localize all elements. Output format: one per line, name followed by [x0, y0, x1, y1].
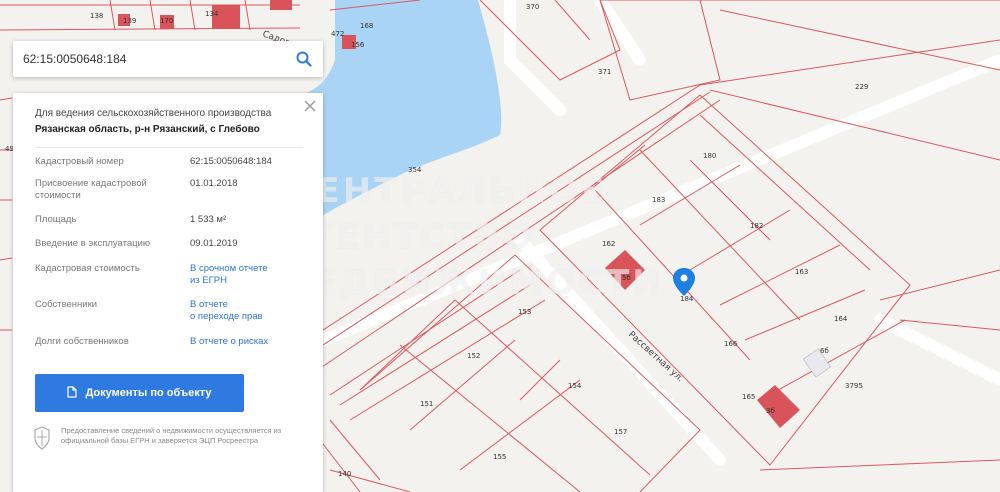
- parcel-number-157: 157: [614, 428, 627, 436]
- parcel-number-155: 155: [493, 453, 506, 461]
- row-value: 1 533 м²: [190, 214, 227, 225]
- parcel-number-3б: 3б: [766, 407, 775, 415]
- link-line[interactable]: из ЕГРН: [190, 275, 268, 287]
- parcel-number-134: 134: [205, 10, 219, 18]
- owners-link[interactable]: В отчете о переходе прав: [190, 299, 263, 323]
- divider: [35, 147, 303, 148]
- parcel-number-5б: 5б: [622, 274, 631, 282]
- parcel-info-panel: Для ведения сельскохозяйственного произв…: [13, 93, 323, 492]
- close-icon[interactable]: [303, 99, 317, 113]
- row-label: Кадастровый номер: [35, 156, 124, 167]
- parcel-number-138: 138: [90, 12, 103, 20]
- parcel-number-354: 354: [408, 166, 422, 174]
- row-value: 62:15:0050648:184: [190, 156, 272, 167]
- row-cadastral-value: Кадастровая стоимость В срочном отчете и…: [35, 263, 303, 287]
- parcel-number-156: 156: [351, 41, 365, 49]
- search-input[interactable]: [23, 52, 295, 66]
- parcel-number-151: 151: [420, 400, 433, 408]
- parcel-number-163: 163: [795, 268, 808, 276]
- parcel-number-139: 139: [123, 17, 136, 25]
- row-commissioning-date: Введение в эксплуатацию 09.01.2019: [35, 238, 303, 250]
- parcel-number-164: 164: [834, 315, 848, 323]
- parcel-number-162: 162: [602, 240, 615, 248]
- footer-note: Предоставление сведений о недвижимости о…: [61, 426, 282, 445]
- row-owner-debts: Долги собственников В отчете о рисках: [35, 336, 303, 348]
- link-line[interactable]: В отчете: [190, 299, 263, 311]
- parcel-number-166: 166: [724, 340, 738, 348]
- parcel-number-229: 229: [855, 83, 868, 91]
- row-cadastral-number: Кадастровый номер 62:15:0050648:184: [35, 156, 303, 168]
- row-value: 01.01.2018: [190, 178, 238, 189]
- parcel-number-165: 165: [742, 393, 755, 401]
- row-value: 09.01.2019: [190, 238, 238, 249]
- parcel-number-3795: 3795: [845, 382, 863, 390]
- row-assessment-date: Присвоение кадастровой стоимости 01.01.2…: [35, 178, 303, 202]
- row-label: Присвоение кадастровой стоимости: [35, 178, 147, 201]
- document-icon: [67, 385, 78, 401]
- documents-button[interactable]: Документы по объекту: [35, 374, 244, 412]
- parcel-number-170: 170: [160, 17, 173, 25]
- row-label: Собственники: [35, 299, 98, 310]
- risks-report-link[interactable]: В отчете о рисках: [190, 336, 268, 348]
- row-label: Долги собственников: [35, 336, 129, 347]
- panel-footer: Предоставление сведений о недвижимости о…: [33, 426, 293, 455]
- parcel-number-140: 140: [338, 470, 351, 478]
- cadastral-search-box: [13, 41, 323, 77]
- row-label: Введение в эксплуатацию: [35, 238, 151, 249]
- parcel-number-472: 472: [331, 30, 344, 38]
- parcel-number-370: 370: [526, 3, 539, 11]
- parcel-number-152: 152: [467, 352, 480, 360]
- parcel-number-153: 153: [518, 308, 531, 316]
- parcel-number-180: 180: [703, 152, 716, 160]
- parcel-number-168: 168: [360, 22, 373, 30]
- row-label: Площадь: [35, 214, 77, 225]
- parcel-number-183: 183: [652, 196, 665, 204]
- parcel-number-371: 371: [598, 68, 611, 76]
- row-label: Кадастровая стоимость: [35, 263, 140, 274]
- parcel-address: Рязанская область, р-н Рязанский, с Глеб…: [35, 124, 260, 135]
- row-area: Площадь 1 533 м²: [35, 214, 303, 226]
- parcel-number-182: 182: [750, 222, 763, 230]
- search-icon[interactable]: [295, 50, 313, 68]
- link-line[interactable]: о переходе прав: [190, 311, 263, 323]
- parcel-number-184: 184: [680, 295, 694, 303]
- row-owners: Собственники В отчете о переходе прав: [35, 299, 303, 323]
- parcel-number-6б: 6б: [820, 347, 829, 355]
- land-purpose: Для ведения сельскохозяйственного произв…: [35, 108, 272, 119]
- parcel-number-154: 154: [568, 382, 582, 390]
- cadastral-value-link[interactable]: В срочном отчете из ЕГРН: [190, 263, 268, 287]
- link-line[interactable]: В срочном отчете: [190, 263, 268, 275]
- documents-button-label: Документы по объекту: [85, 387, 212, 399]
- shield-icon: [33, 426, 51, 455]
